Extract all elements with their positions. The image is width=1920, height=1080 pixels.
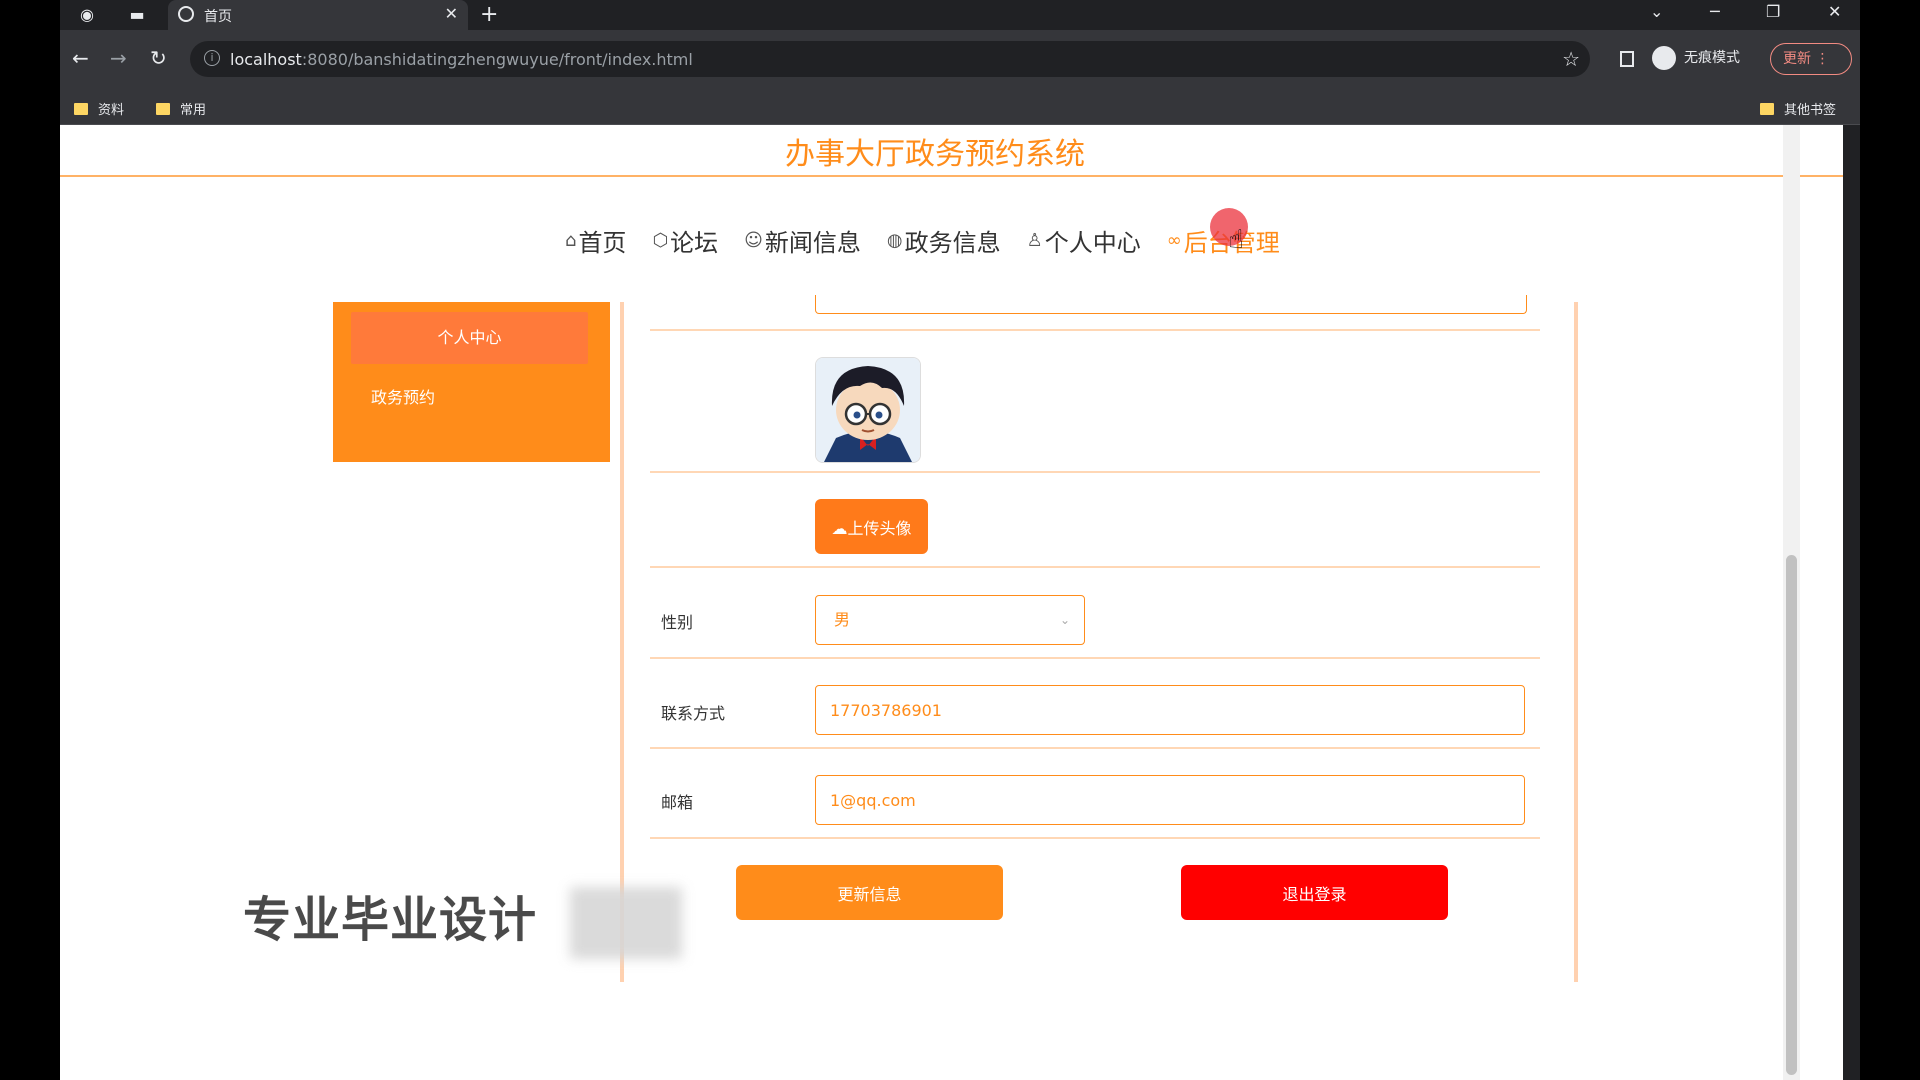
- bookmark-label: 常用: [180, 103, 207, 118]
- reload-icon[interactable]: ↻: [150, 46, 167, 70]
- email-input[interactable]: [815, 775, 1525, 825]
- nav-news[interactable]: ☺ 新闻信息: [744, 223, 861, 258]
- sidebar: 个人中心 政务预约: [333, 302, 610, 462]
- tab-strip: ◉ ▬ 首页 ✕ + ⌄ ─ ❐ ✕: [60, 0, 1860, 30]
- sidebar-item-personal-center[interactable]: 个人中心: [351, 312, 588, 364]
- incognito-icon: [1652, 46, 1676, 70]
- logout-button[interactable]: 退出登录: [1181, 865, 1448, 920]
- back-icon[interactable]: ←: [72, 46, 89, 70]
- nav-label: 政务信息: [904, 228, 1001, 257]
- gender-value: 男: [834, 610, 851, 629]
- globe-icon: [178, 6, 194, 22]
- row-divider: [650, 329, 1540, 331]
- info-icon[interactable]: i: [204, 50, 220, 66]
- tab-home[interactable]: 首页 ✕: [168, 0, 468, 30]
- web-page: 办事大厅政务预约系统 ⌂首页 ⬡论坛 ☺新闻信息 ◍政务信息 ♙个人中心 ∞后台…: [60, 125, 1843, 1080]
- pointer-cursor-icon: ☝: [1228, 225, 1244, 255]
- url-text: localhost:8080/banshidatingzhengwuyue/fr…: [230, 50, 693, 69]
- bookmark-star-icon[interactable]: ☆: [1562, 47, 1580, 71]
- contact-input[interactable]: [815, 685, 1525, 735]
- watermark-text: 专业毕业设计: [243, 892, 538, 948]
- incognito-label: 无痕模式: [1684, 50, 1740, 66]
- bookmark-folder-changyong[interactable]: 常用: [156, 99, 206, 118]
- url-path: :8080/banshidatingzhengwuyue/front/index…: [301, 50, 693, 69]
- globe-icon: ◍: [886, 229, 903, 251]
- row-divider: [650, 747, 1540, 749]
- upload-avatar-button[interactable]: ☁上传头像: [815, 499, 928, 554]
- nav-label: 个人中心: [1044, 228, 1141, 257]
- nav-government[interactable]: ◍ 政务信息: [887, 223, 1001, 258]
- nav-label: 论坛: [670, 228, 719, 257]
- site-title: 办事大厅政务预约系统: [785, 137, 1085, 172]
- home-icon: ⌂: [565, 229, 577, 251]
- tab-list-chevron-icon[interactable]: ⌄: [1650, 2, 1663, 21]
- other-bookmarks[interactable]: 其他书签: [1760, 99, 1836, 118]
- link-icon: ∞: [1166, 229, 1182, 251]
- tab-group-icon[interactable]: ▬: [126, 4, 148, 26]
- row-divider: [650, 566, 1540, 568]
- avatar-image: [816, 358, 920, 462]
- tab-search-icon[interactable]: ◉: [76, 4, 98, 26]
- forward-icon[interactable]: →: [110, 46, 127, 70]
- update-label: 更新: [1783, 51, 1811, 67]
- username-input-partial[interactable]: [815, 295, 1527, 314]
- incognito-indicator[interactable]: 无痕模式: [1652, 46, 1740, 72]
- gender-select[interactable]: 男 ⌄: [815, 595, 1085, 645]
- scrollbar-thumb[interactable]: [1786, 555, 1797, 1075]
- nav-personal-center[interactable]: ♙ 个人中心: [1027, 223, 1141, 258]
- bookmark-label: 资料: [98, 103, 125, 118]
- blurred-region: [570, 887, 682, 959]
- cube-icon: ⬡: [652, 229, 669, 251]
- address-bar[interactable]: i localhost:8080/banshidatingzhengwuyue/…: [190, 41, 1590, 77]
- url-host: localhost: [230, 50, 302, 69]
- palette-icon: ☺: [744, 229, 763, 251]
- nav-forum[interactable]: ⬡ 论坛: [652, 223, 718, 258]
- nav-home[interactable]: ⌂ 首页: [565, 223, 626, 258]
- email-label: 邮箱: [661, 793, 694, 812]
- nav-label: 首页: [578, 228, 627, 257]
- browser-toolbar: ← → ↻ i localhost:8080/banshidatingzheng…: [60, 30, 1860, 90]
- row-divider: [650, 471, 1540, 473]
- row-divider: [650, 657, 1540, 659]
- contact-label: 联系方式: [661, 704, 726, 723]
- side-panel-icon[interactable]: [1620, 51, 1634, 67]
- upload-label: 上传头像: [847, 518, 912, 538]
- restore-icon[interactable]: ❐: [1766, 2, 1780, 21]
- avatar: [815, 357, 921, 463]
- folder-icon: [74, 103, 88, 115]
- chevron-down-icon: ⌄: [1059, 613, 1070, 627]
- bookmark-folder-ziliao[interactable]: 资料: [74, 99, 124, 118]
- cloud-upload-icon: ☁: [831, 518, 848, 538]
- row-divider: [650, 837, 1540, 839]
- user-icon: ♙: [1026, 229, 1043, 251]
- main-nav: ⌂首页 ⬡论坛 ☺新闻信息 ◍政务信息 ♙个人中心 ∞后台管理: [565, 220, 1280, 260]
- minimize-icon[interactable]: ─: [1710, 2, 1720, 21]
- window-close-icon[interactable]: ✕: [1828, 2, 1841, 21]
- folder-icon: [1760, 103, 1774, 115]
- nav-label: 新闻信息: [764, 228, 861, 257]
- close-tab-icon[interactable]: ✕: [445, 4, 458, 23]
- update-info-button[interactable]: 更新信息: [736, 865, 1003, 920]
- title-divider: [60, 175, 1843, 177]
- gender-label: 性别: [661, 613, 694, 632]
- page-scrollbar[interactable]: [1783, 125, 1800, 1080]
- update-button[interactable]: 更新 ⋮: [1770, 43, 1852, 75]
- tab-title: 首页: [204, 9, 232, 25]
- folder-icon: [156, 103, 170, 115]
- sidebar-item-appointment[interactable]: 政务预约: [371, 384, 435, 408]
- new-tab-button[interactable]: +: [480, 2, 498, 27]
- bookmarks-bar: 资料 常用 其他书签: [60, 90, 1860, 125]
- other-bookmarks-label: 其他书签: [1784, 103, 1837, 118]
